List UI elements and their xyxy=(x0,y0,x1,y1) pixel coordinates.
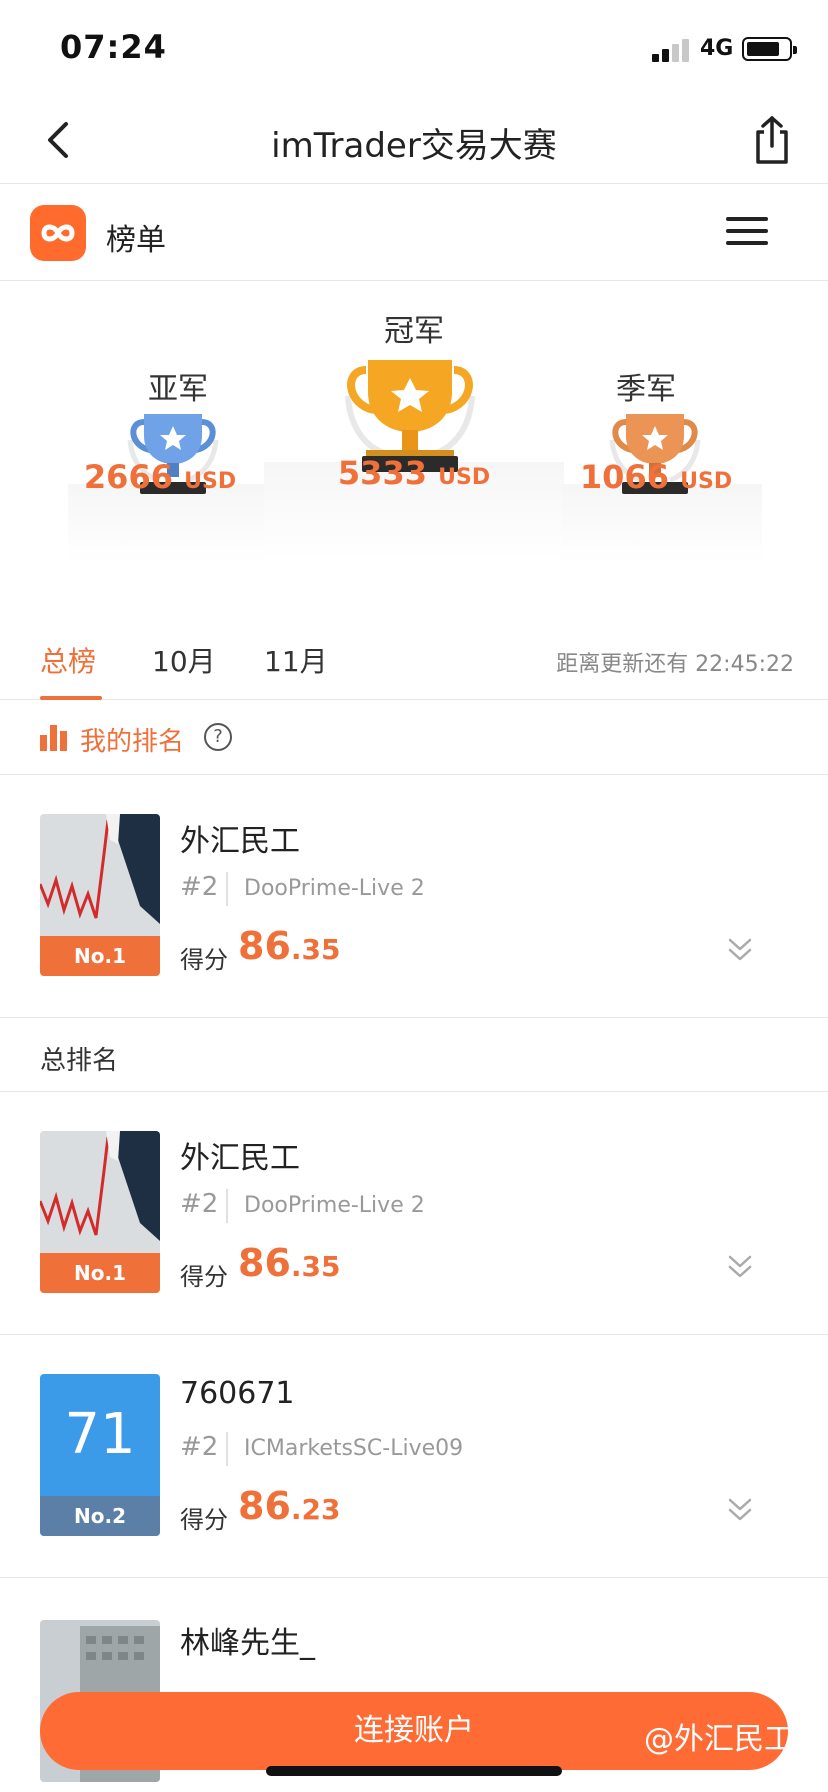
board-title: 榜单 xyxy=(106,223,166,258)
score-decimal: .35 xyxy=(290,933,341,966)
champion-amount: 5333 xyxy=(337,454,427,492)
bar-chart-icon xyxy=(40,725,70,751)
rank-badge: No.2 xyxy=(40,1496,160,1536)
trader-name: 林峰先生_ xyxy=(180,1626,315,1661)
score-integer: 86 xyxy=(238,1484,291,1528)
status-time: 07:24 xyxy=(60,28,167,66)
period-tabs: 总榜 10月 11月 距离更新还有 22:45:22 xyxy=(0,620,828,700)
cellular-signal-icon xyxy=(652,38,692,62)
nav-bar: imTrader交易大赛 xyxy=(0,96,828,184)
score-value: 86.23 xyxy=(238,1484,341,1528)
app-logo xyxy=(30,205,86,261)
help-icon[interactable]: ? xyxy=(204,723,232,751)
rank-badge: No.1 xyxy=(40,936,160,976)
score-decimal: .35 xyxy=(290,1250,341,1283)
home-indicator xyxy=(266,1766,562,1776)
ranking-row[interactable]: No.1 外汇民工 #2 DooPrime-Live 2 得分 86.35 xyxy=(0,1093,828,1335)
tab-overall[interactable]: 总榜 xyxy=(40,640,96,680)
trader-name: 外汇民工 xyxy=(180,1141,300,1176)
share-button[interactable] xyxy=(748,114,796,166)
watermark: @外汇民工 xyxy=(644,1722,794,1757)
my-rank-title: 我的排名 xyxy=(80,727,185,757)
battery-icon xyxy=(742,37,797,61)
third-unit: USD xyxy=(680,469,733,494)
double-chevron-down-icon[interactable] xyxy=(726,1251,754,1281)
double-chevron-down-icon[interactable] xyxy=(726,1494,754,1524)
divider xyxy=(226,872,228,906)
page-title: imTrader交易大赛 xyxy=(271,126,557,166)
avatar: No.1 xyxy=(40,1131,160,1293)
rank-badge: No.1 xyxy=(40,1253,160,1293)
section-title: 总排名 xyxy=(40,1046,119,1076)
network-type: 4G xyxy=(700,36,734,61)
sub-rank: #2 xyxy=(180,1189,219,1219)
server-name: DooPrime-Live 2 xyxy=(244,876,425,901)
runner-up-unit: USD xyxy=(184,469,237,494)
sub-rank: #2 xyxy=(180,1432,219,1462)
runner-up-amount: 2666 xyxy=(83,458,173,496)
avatar: 71 No.2 xyxy=(40,1374,160,1536)
menu-button[interactable] xyxy=(726,217,770,249)
score-label: 得分 xyxy=(180,1263,228,1291)
champion-prize: 5333 USD xyxy=(294,454,534,492)
share-icon xyxy=(756,116,788,164)
sub-rank: #2 xyxy=(180,872,219,902)
board-header: 榜单 xyxy=(0,185,828,281)
third-place-prize: 1066 USD xyxy=(536,458,776,496)
runner-up-prize: 2666 USD xyxy=(40,458,280,496)
score-label: 得分 xyxy=(180,1506,228,1534)
my-rank-header: 我的排名 ? xyxy=(0,701,828,775)
score-decimal: .23 xyxy=(290,1493,341,1526)
avatar: No.1 xyxy=(40,814,160,976)
infinity-logo-icon xyxy=(41,224,75,242)
score-value: 86.35 xyxy=(238,1241,341,1285)
tab-october[interactable]: 10月 xyxy=(152,640,216,680)
status-bar: 07:24 4G xyxy=(0,0,828,96)
podium: 冠军 5333 USD 亚军 2666 USD 季军 1066 USD xyxy=(0,282,828,572)
double-chevron-down-icon[interactable] xyxy=(726,934,754,964)
champion-unit: USD xyxy=(438,465,491,490)
active-tab-indicator xyxy=(40,696,102,700)
trader-name: 外汇民工 xyxy=(180,824,300,859)
my-rank-card[interactable]: No.1 外汇民工 #2 DooPrime-Live 2 得分 86.35 xyxy=(0,776,828,1018)
trader-name: 760671 xyxy=(180,1376,295,1411)
score-value: 86.35 xyxy=(238,924,341,968)
tab-november[interactable]: 11月 xyxy=(264,640,328,680)
third-amount: 1066 xyxy=(579,458,669,496)
ranking-row[interactable]: 71 No.2 760671 #2 ICMarketsSC-Live09 得分 … xyxy=(0,1336,828,1578)
runner-up-label: 亚军 xyxy=(148,372,208,407)
champion-label: 冠军 xyxy=(384,314,444,349)
score-label: 得分 xyxy=(180,946,228,974)
score-integer: 86 xyxy=(238,1241,291,1285)
overall-ranking-header: 总排名 xyxy=(0,1018,828,1092)
third-place-label: 季军 xyxy=(616,372,676,407)
server-name: ICMarketsSC-Live09 xyxy=(244,1436,464,1461)
update-countdown: 距离更新还有 22:45:22 xyxy=(556,652,794,677)
avatar-number: 71 xyxy=(64,1402,136,1467)
score-integer: 86 xyxy=(238,924,291,968)
server-name: DooPrime-Live 2 xyxy=(244,1193,425,1218)
divider xyxy=(226,1189,228,1223)
divider xyxy=(226,1432,228,1466)
